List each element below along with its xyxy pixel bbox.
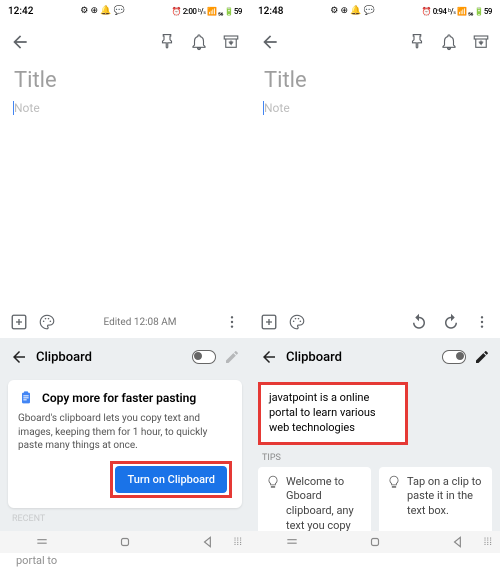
status-bar: 12:48 ⚙ ⊕ 🔔 💬 ⏰ 0:94 ᵇ/ₛ 📶 ₅₆ 🔋59 xyxy=(250,0,500,22)
tip-text: Welcome to Gboard clipboard, any text yo… xyxy=(286,475,363,534)
bulb-icon xyxy=(387,475,401,489)
clipboard-toggle[interactable] xyxy=(192,350,216,364)
bottom-toolbar xyxy=(250,306,500,338)
clipboard-onboarding-card: Copy more for faster pasting Gboard's cl… xyxy=(8,380,242,508)
status-left-icons: ⚙ ⊕ 🔔 💬 xyxy=(80,6,125,16)
clipboard-icon xyxy=(18,390,34,406)
back-icon[interactable] xyxy=(260,32,280,52)
app-toolbar xyxy=(0,22,250,62)
clipboard-label: Clipboard xyxy=(36,350,184,365)
reminder-icon[interactable] xyxy=(440,33,458,51)
more-icon[interactable] xyxy=(474,314,490,330)
edit-icon xyxy=(224,349,240,365)
add-box-icon[interactable] xyxy=(10,313,28,331)
status-right: ⏰ 0:94 ᵇ/ₛ 📶 ₅₆ 🔋59 xyxy=(422,7,492,16)
phone-right: 12:48 ⚙ ⊕ 🔔 💬 ⏰ 0:94 ᵇ/ₛ 📶 ₅₆ 🔋59 Title … xyxy=(250,0,500,553)
archive-icon[interactable] xyxy=(222,33,240,51)
phone-left: 12:42 ⚙ ⊕ 🔔 💬 ⏰ 2:00 ᵇ/ₛ 📶 ₅₆ 🔋59 Title … xyxy=(0,0,250,553)
status-bar: 12:42 ⚙ ⊕ 🔔 💬 ⏰ 2:00 ᵇ/ₛ 📶 ₅₆ 🔋59 xyxy=(0,0,250,22)
clipboard-header: Clipboard xyxy=(0,338,250,376)
reminder-icon[interactable] xyxy=(190,33,208,51)
back-nav-icon[interactable] xyxy=(201,535,215,549)
back-arrow-icon[interactable] xyxy=(10,348,28,366)
card-body: Gboard's clipboard lets you copy text an… xyxy=(18,412,232,453)
pin-icon[interactable] xyxy=(158,33,176,51)
recents-icon[interactable] xyxy=(285,535,299,549)
android-navbar: ⁞⁞⁞ xyxy=(250,531,500,553)
status-right: ⏰ 2:00 ᵇ/ₛ 📶 ₅₆ 🔋59 xyxy=(172,7,242,16)
android-navbar: ⁞⁞⁞ xyxy=(0,531,250,553)
tip-text: Tap on a clip to paste it in the text bo… xyxy=(407,475,484,520)
add-box-icon[interactable] xyxy=(260,313,278,331)
undo-icon[interactable] xyxy=(410,313,428,331)
note-input[interactable]: Note xyxy=(264,101,486,115)
clipboard-header: Clipboard xyxy=(250,338,500,376)
status-time: 12:42 xyxy=(8,6,33,17)
keyboard-toggle-icon[interactable]: ⁞⁞⁞ xyxy=(234,537,242,548)
title-input[interactable]: Title xyxy=(14,68,236,93)
more-icon[interactable] xyxy=(224,314,240,330)
card-title: Copy more for faster pasting xyxy=(42,391,196,405)
archive-icon[interactable] xyxy=(472,33,490,51)
keyboard-toggle-icon[interactable]: ⁞⁞⁞ xyxy=(484,537,492,548)
selected-clip[interactable]: javatpoint is a online portal to learn v… xyxy=(258,382,408,445)
bottom-toolbar: Edited 12:08 AM xyxy=(0,306,250,338)
edit-icon[interactable] xyxy=(474,349,490,365)
palette-icon[interactable] xyxy=(38,313,56,331)
gboard-panel: Clipboard Copy more for faster pasting G… xyxy=(0,338,250,553)
title-input[interactable]: Title xyxy=(264,68,486,93)
recent-label: RECENT xyxy=(0,510,250,528)
turn-on-clipboard-button[interactable]: Turn on Clipboard xyxy=(115,466,227,493)
clipboard-label: Clipboard xyxy=(286,350,434,365)
palette-icon[interactable] xyxy=(288,313,306,331)
app-toolbar xyxy=(250,22,500,62)
home-icon[interactable] xyxy=(118,535,132,549)
pin-icon[interactable] xyxy=(408,33,426,51)
tips-label: TIPS xyxy=(250,449,500,467)
back-arrow-icon[interactable] xyxy=(260,348,278,366)
note-editor: Title Note xyxy=(250,62,500,121)
status-time: 12:48 xyxy=(258,6,283,17)
note-input[interactable]: Note xyxy=(14,101,236,115)
highlight-marker: Turn on Clipboard xyxy=(110,461,232,498)
home-icon[interactable] xyxy=(368,535,382,549)
status-left-icons: ⚙ ⊕ 🔔 💬 xyxy=(330,6,375,16)
gboard-panel: Clipboard javatpoint is a online portal … xyxy=(250,338,500,553)
back-icon[interactable] xyxy=(10,32,30,52)
bulb-icon xyxy=(266,475,280,489)
back-nav-icon[interactable] xyxy=(451,535,465,549)
note-editor: Title Note xyxy=(0,62,250,121)
redo-icon[interactable] xyxy=(442,313,460,331)
clipboard-toggle[interactable] xyxy=(442,350,466,364)
edited-timestamp: Edited 12:08 AM xyxy=(66,317,214,328)
recents-icon[interactable] xyxy=(35,535,49,549)
